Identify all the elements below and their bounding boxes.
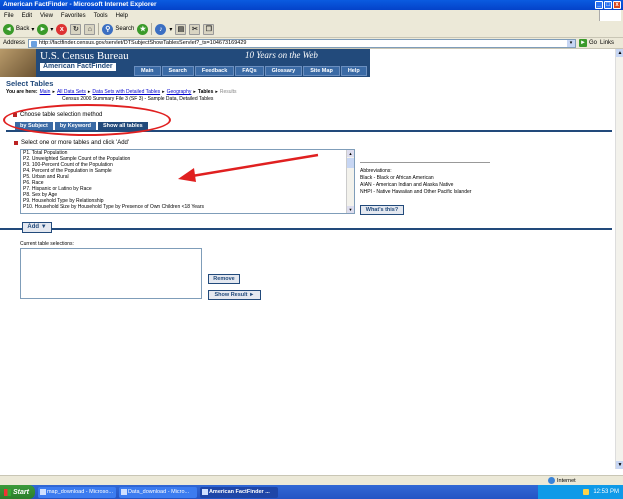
links-button[interactable]: Links — [600, 40, 614, 46]
go-label: Go — [589, 40, 598, 46]
menu-edit[interactable]: Edit — [22, 13, 32, 19]
security-zone: Internet — [548, 477, 576, 484]
chevron-down-icon[interactable]: ▾ — [567, 39, 576, 47]
menu-tools[interactable]: Tools — [94, 13, 108, 19]
clock: 12:53 PM — [593, 489, 619, 495]
go-arrow-icon: ► — [579, 39, 588, 47]
minimize-button[interactable]: _ — [595, 1, 603, 9]
window-title: American FactFinder - Microsoft Internet… — [3, 1, 157, 8]
favorites-icon[interactable]: ★ — [137, 23, 149, 35]
stop-icon[interactable]: x — [56, 23, 68, 35]
chevron-down-icon[interactable]: ▾ — [169, 26, 172, 33]
refresh-icon[interactable]: ↻ — [70, 23, 82, 35]
back-button[interactable]: ◄ Back ▾ — [3, 23, 35, 35]
address-url: http://factfinder.census.gov/servlet/DTS… — [39, 39, 247, 46]
go-button[interactable]: ► Go — [579, 39, 597, 47]
taskbar-item-data-download[interactable]: Data_download - Micro... — [118, 486, 197, 498]
home-icon[interactable]: ⌂ — [84, 23, 96, 35]
address-input[interactable]: http://factfinder.census.gov/servlet/DTS… — [28, 38, 577, 48]
page-scrollbar[interactable]: ▲ ▼ — [615, 49, 623, 469]
annotation-arrow-icon — [178, 153, 319, 182]
copy-icon[interactable]: ❐ — [203, 23, 215, 35]
address-label: Address — [3, 40, 26, 46]
windows-flag-icon — [4, 488, 11, 496]
forward-arrow-icon: ► — [37, 23, 49, 35]
search-label: Search — [115, 26, 135, 32]
menu-bar: File Edit View Favorites Tools Help — [0, 10, 623, 21]
browser-toolbar: ◄ Back ▾ ► ▾ x ↻ ⌂ ⚲ Search ★ ♪ ▾ ▤ ✂ ❐ — [0, 21, 623, 38]
start-button[interactable]: Start — [0, 485, 35, 499]
start-label: Start — [13, 488, 29, 496]
address-bar: Address http://factfinder.census.gov/ser… — [0, 38, 623, 49]
media-icon[interactable]: ♪ — [155, 23, 167, 35]
status-bar: Internet — [0, 475, 623, 485]
taskbar: Start map_download - Microso... Data_dow… — [0, 485, 623, 499]
globe-icon — [548, 477, 555, 484]
menu-view[interactable]: View — [40, 13, 53, 19]
system-tray: 12:53 PM — [538, 485, 623, 499]
toolbar-separator — [98, 23, 100, 35]
print-icon[interactable]: ▤ — [175, 23, 187, 35]
menu-favorites[interactable]: Favorites — [61, 13, 86, 19]
toolbar-separator — [151, 23, 153, 35]
scroll-down-icon[interactable]: ▼ — [616, 461, 623, 469]
search-button[interactable]: ⚲ Search — [102, 23, 135, 35]
menu-help[interactable]: Help — [116, 13, 128, 19]
window-title-bar: American FactFinder - Microsoft Internet… — [0, 0, 623, 10]
page-content: U.S. Census Bureau American FactFinder 1… — [0, 49, 615, 469]
search-icon: ⚲ — [102, 23, 114, 35]
taskbar-item-map-download[interactable]: map_download - Microso... — [37, 486, 116, 498]
close-button[interactable]: x — [613, 1, 621, 9]
windows-logo-icon — [599, 10, 621, 21]
menu-file[interactable]: File — [4, 13, 14, 19]
forward-button[interactable]: ► ▾ — [37, 23, 54, 35]
back-arrow-icon: ◄ — [3, 23, 14, 35]
cut-icon[interactable]: ✂ — [189, 23, 201, 35]
chevron-down-icon: ▾ — [50, 26, 54, 33]
maximize-button[interactable]: □ — [604, 1, 612, 9]
taskbar-item-american-factfinder[interactable]: American FactFinder ... — [199, 486, 278, 498]
chevron-down-icon: ▾ — [31, 26, 35, 33]
zone-label: Internet — [557, 477, 576, 484]
tray-icon[interactable] — [583, 489, 590, 495]
scroll-up-icon[interactable]: ▲ — [616, 49, 623, 57]
back-label: Back — [16, 26, 30, 32]
